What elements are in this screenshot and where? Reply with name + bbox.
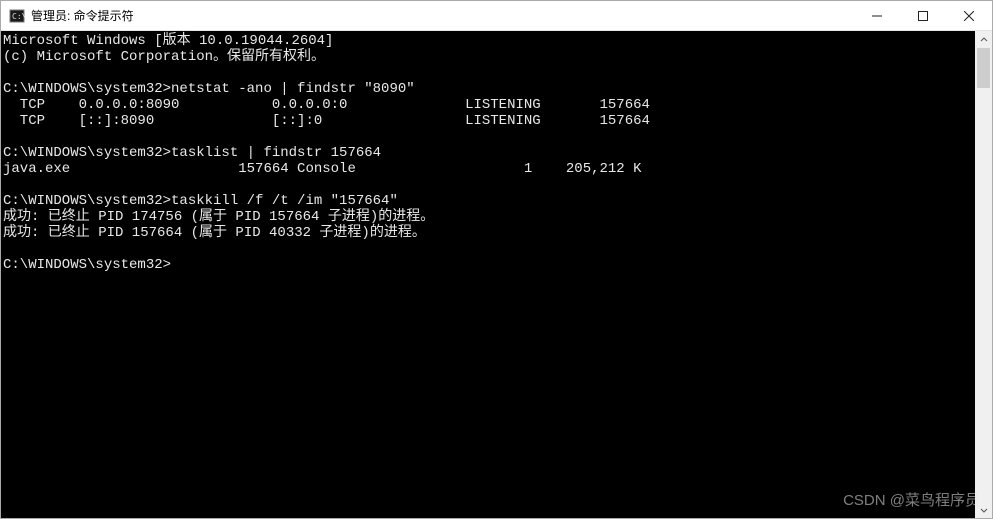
window-controls: [854, 1, 992, 30]
terminal-line: [3, 129, 975, 145]
terminal-line: java.exe 157664 Console 1 205,212 K: [3, 161, 975, 177]
terminal-line: 成功: 已终止 PID 174756 (属于 PID 157664 子进程)的进…: [3, 209, 975, 225]
terminal-line: Microsoft Windows [版本 10.0.19044.2604]: [3, 33, 975, 49]
svg-text:C:\: C:\: [12, 12, 25, 21]
terminal-output[interactable]: Microsoft Windows [版本 10.0.19044.2604](c…: [1, 31, 975, 518]
terminal-line: [3, 65, 975, 81]
terminal-line: [3, 177, 975, 193]
terminal-line: TCP 0.0.0.0:8090 0.0.0.0:0 LISTENING 157…: [3, 97, 975, 113]
terminal-line: C:\WINDOWS\system32>: [3, 257, 975, 273]
cmd-window: C:\ 管理员: 命令提示符 Microsoft Windows [版本 10.…: [0, 0, 993, 519]
scroll-down-button[interactable]: [975, 501, 992, 518]
cmd-icon: C:\: [9, 8, 25, 24]
terminal-line: [3, 241, 975, 257]
terminal-line: C:\WINDOWS\system32>tasklist | findstr 1…: [3, 145, 975, 161]
vertical-scrollbar[interactable]: [975, 31, 992, 518]
scroll-up-button[interactable]: [975, 31, 992, 48]
window-title: 管理员: 命令提示符: [31, 7, 854, 24]
terminal-line: (c) Microsoft Corporation。保留所有权利。: [3, 49, 975, 65]
terminal-line: 成功: 已终止 PID 157664 (属于 PID 40332 子进程)的进程…: [3, 225, 975, 241]
terminal-line: TCP [::]:8090 [::]:0 LISTENING 157664: [3, 113, 975, 129]
minimize-button[interactable]: [854, 1, 900, 30]
titlebar[interactable]: C:\ 管理员: 命令提示符: [1, 1, 992, 31]
close-button[interactable]: [946, 1, 992, 30]
client-area: Microsoft Windows [版本 10.0.19044.2604](c…: [1, 31, 992, 518]
scroll-thumb[interactable]: [977, 48, 990, 88]
maximize-button[interactable]: [900, 1, 946, 30]
terminal-line: C:\WINDOWS\system32>taskkill /f /t /im "…: [3, 193, 975, 209]
terminal-line: C:\WINDOWS\system32>netstat -ano | finds…: [3, 81, 975, 97]
scroll-track[interactable]: [975, 48, 992, 501]
